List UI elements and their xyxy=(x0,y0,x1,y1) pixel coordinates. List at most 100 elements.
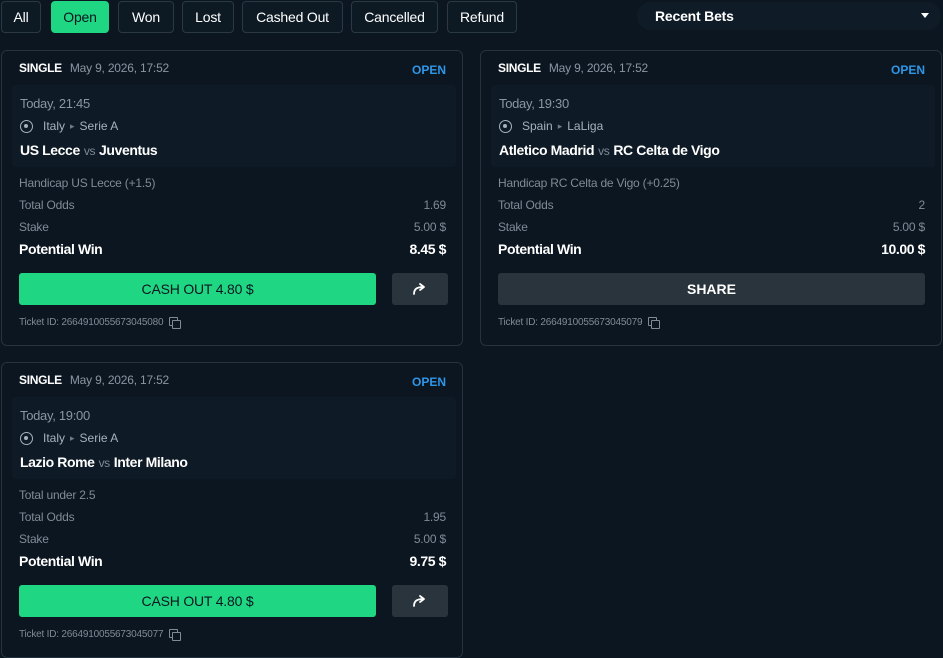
match-time: Today, 21:45 xyxy=(20,96,90,111)
filter-refund-button[interactable]: Refund xyxy=(447,1,517,33)
copy-icon[interactable] xyxy=(169,317,182,329)
stake-label: Stake xyxy=(19,532,49,546)
copy-icon[interactable] xyxy=(648,317,661,329)
soccer-ball-icon xyxy=(20,119,33,133)
ticket-id: Ticket ID: 2664910055673045079 xyxy=(498,317,661,329)
total-odds-row: Total Odds 1.95 xyxy=(19,510,446,524)
filter-lost-button[interactable]: Lost xyxy=(182,1,234,33)
status-badge: OPEN xyxy=(411,375,446,389)
potential-win-row: Potential Win 8.45 $ xyxy=(19,241,446,257)
match-teams: Lazio Rome vs Inter Milano xyxy=(20,454,188,470)
bet-card: SINGLE May 9, 2026, 17:52 OPEN Today, 19… xyxy=(1,362,463,658)
match-box[interactable]: Today, 21:45 Italy ▸ Serie A US Lecce vs J… xyxy=(12,85,456,167)
bet-card-header: SINGLE May 9, 2026, 17:52 xyxy=(498,61,648,75)
bet-card: SINGLE May 9, 2026, 17:52 OPEN Today, 19… xyxy=(480,50,942,346)
total-odds-value: 1.95 xyxy=(423,510,446,524)
total-odds-value: 1.69 xyxy=(423,198,446,212)
ticket-id-text: Ticket ID: 2664910055673045080 xyxy=(19,317,164,328)
stake-label: Stake xyxy=(19,220,49,234)
home-team: US Lecce xyxy=(20,142,80,158)
potential-win-label: Potential Win xyxy=(19,553,103,569)
total-odds-label: Total Odds xyxy=(19,510,75,524)
filter-open-button[interactable]: Open xyxy=(51,1,109,33)
away-team: Juventus xyxy=(99,142,158,158)
share-arrow-icon xyxy=(413,283,425,295)
share-arrow-icon xyxy=(413,595,425,607)
match-box[interactable]: Today, 19:00 Italy ▸ Serie A Lazio Rome v… xyxy=(12,397,456,479)
chevron-right-icon: ▸ xyxy=(70,120,75,131)
chevron-right-icon: ▸ xyxy=(557,120,563,131)
stake-row: Stake 5.00 $ xyxy=(498,220,925,234)
match-league: Italy ▸ Serie A xyxy=(20,431,118,445)
filter-cancelled-button[interactable]: Cancelled xyxy=(351,1,438,33)
status-badge: OPEN xyxy=(890,63,925,77)
match-league-name: Serie A xyxy=(79,431,119,445)
match-box[interactable]: Today, 19:30 Spain ▸ LaLiga Atletico Mad… xyxy=(491,85,935,167)
match-country: Spain xyxy=(522,119,553,133)
market-label: Handicap US Lecce (+1.5) xyxy=(19,176,156,190)
potential-win-row: Potential Win 9.75 $ xyxy=(19,553,446,569)
potential-win-value: 9.75 $ xyxy=(409,553,446,569)
chevron-right-icon: ▸ xyxy=(70,432,75,443)
bet-type: SINGLE xyxy=(19,373,62,387)
bet-card: SINGLE May 9, 2026, 17:52 OPEN Today, 21… xyxy=(1,50,463,346)
filter-won-button[interactable]: Won xyxy=(118,1,174,33)
match-country: Italy xyxy=(43,431,66,445)
match-time: Today, 19:00 xyxy=(20,408,90,423)
match-teams: US Lecce vs Juventus xyxy=(20,142,158,158)
match-time: Today, 19:30 xyxy=(499,96,569,111)
soccer-ball-icon xyxy=(499,119,512,133)
potential-win-value: 10.00 $ xyxy=(881,241,925,257)
bet-type: SINGLE xyxy=(19,61,62,75)
away-team: Inter Milano xyxy=(113,454,188,470)
ticket-id: Ticket ID: 2664910055673045080 xyxy=(19,317,182,329)
total-odds-label: Total Odds xyxy=(19,198,75,212)
bet-type: SINGLE xyxy=(498,61,541,75)
total-odds-label: Total Odds xyxy=(498,198,554,212)
recent-bets-select[interactable]: Recent Bets xyxy=(637,2,941,30)
market-label: Total under 2.5 xyxy=(19,488,96,502)
bet-card-header: SINGLE May 9, 2026, 17:52 xyxy=(19,373,169,387)
filter-all-button[interactable]: All xyxy=(1,1,41,33)
copy-icon[interactable] xyxy=(169,629,182,641)
filter-bar: All Open Won Lost Cashed Out Cancelled R… xyxy=(0,0,943,34)
match-league: Italy ▸ Serie A xyxy=(20,119,118,133)
ticket-id-text: Ticket ID: 2664910055673045077 xyxy=(19,629,164,640)
match-country: Italy xyxy=(43,119,66,133)
away-team: RC Celta de Vigo xyxy=(613,142,720,158)
total-odds-row: Total Odds 1.69 xyxy=(19,198,446,212)
home-team: Atletico Madrid xyxy=(499,142,595,158)
match-league-name: Serie A xyxy=(79,119,119,133)
ticket-id: Ticket ID: 2664910055673045077 xyxy=(19,629,182,641)
vs-label: vs xyxy=(83,144,96,158)
recent-bets-value: Recent Bets xyxy=(655,8,734,24)
potential-win-label: Potential Win xyxy=(498,241,582,257)
caret-down-icon xyxy=(921,13,929,18)
stake-label: Stake xyxy=(498,220,528,234)
market-label: Handicap RC Celta de Vigo (+0.25) xyxy=(498,176,680,190)
home-team: Lazio Rome xyxy=(20,454,95,470)
share-button[interactable] xyxy=(392,585,448,617)
match-teams: Atletico Madrid vs RC Celta de Vigo xyxy=(499,142,720,158)
match-league: Spain ▸ LaLiga xyxy=(499,119,603,133)
cash-out-button[interactable]: CASH OUT 4.80 $ xyxy=(19,585,376,617)
bet-placed-date: May 9, 2026, 17:52 xyxy=(69,61,170,75)
stake-value: 5.00 $ xyxy=(892,220,925,234)
bet-placed-date: May 9, 2026, 17:52 xyxy=(548,61,649,75)
stake-row: Stake 5.00 $ xyxy=(19,220,446,234)
share-button[interactable]: SHARE xyxy=(498,273,925,305)
total-odds-value: 2 xyxy=(918,198,926,212)
total-odds-row: Total Odds 2 xyxy=(498,198,925,212)
potential-win-row: Potential Win 10.00 $ xyxy=(498,241,925,257)
soccer-ball-icon xyxy=(20,431,33,445)
potential-win-value: 8.45 $ xyxy=(409,241,446,257)
ticket-id-text: Ticket ID: 2664910055673045079 xyxy=(498,317,643,328)
match-league-name: LaLiga xyxy=(567,119,604,133)
status-badge: OPEN xyxy=(411,63,446,77)
vs-label: vs xyxy=(598,144,610,158)
potential-win-label: Potential Win xyxy=(19,241,103,257)
stake-row: Stake 5.00 $ xyxy=(19,532,446,546)
filter-cashed-out-button[interactable]: Cashed Out xyxy=(242,1,343,33)
share-button[interactable] xyxy=(392,273,448,305)
cash-out-button[interactable]: CASH OUT 4.80 $ xyxy=(19,273,376,305)
